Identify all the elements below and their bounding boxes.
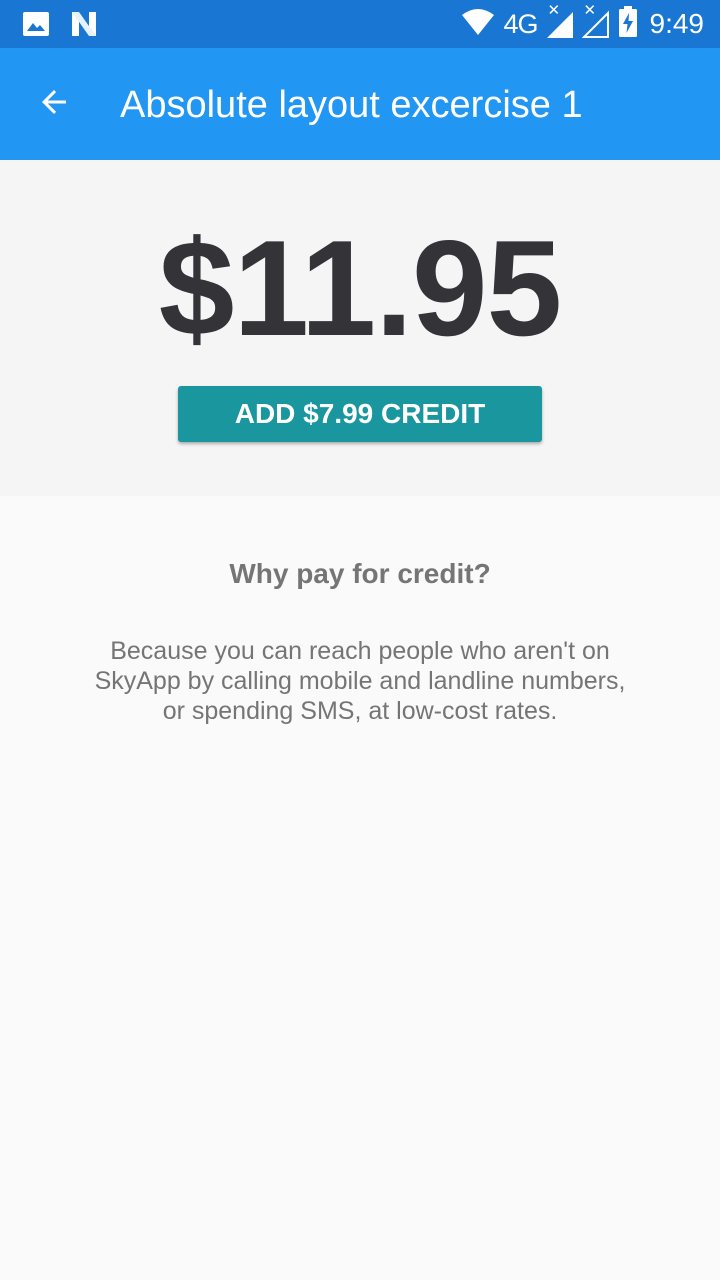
info-heading: Why pay for credit? [229, 558, 491, 589]
network-type-label: 4G [503, 9, 538, 39]
wifi-icon [461, 8, 495, 41]
signal-icon: ✕ [546, 3, 574, 39]
status-bar: 4G ✕ ✕ 9:49 [0, 0, 720, 48]
app-bar: Absolute layout excercise 1 [0, 48, 720, 160]
system-icons: 4G ✕ ✕ 9:49 [461, 3, 705, 43]
back-button[interactable] [22, 72, 86, 136]
battery-charging-icon [618, 5, 638, 43]
page-title: Absolute layout excercise 1 [120, 84, 583, 126]
notification-icons [22, 10, 98, 43]
n-icon [70, 10, 98, 43]
signal-no-sim-icon: ✕ [581, 3, 610, 39]
info-body: Because you can reach people who aren't … [94, 637, 626, 725]
balance-amount: $11.95 [158, 212, 562, 364]
balance-panel: $11.95 ADD $7.99 CREDIT [0, 160, 720, 496]
add-credit-button[interactable]: ADD $7.99 CREDIT [178, 386, 542, 442]
image-icon [22, 10, 50, 43]
clock: 9:49 [649, 8, 705, 39]
arrow-back-icon [36, 84, 72, 125]
